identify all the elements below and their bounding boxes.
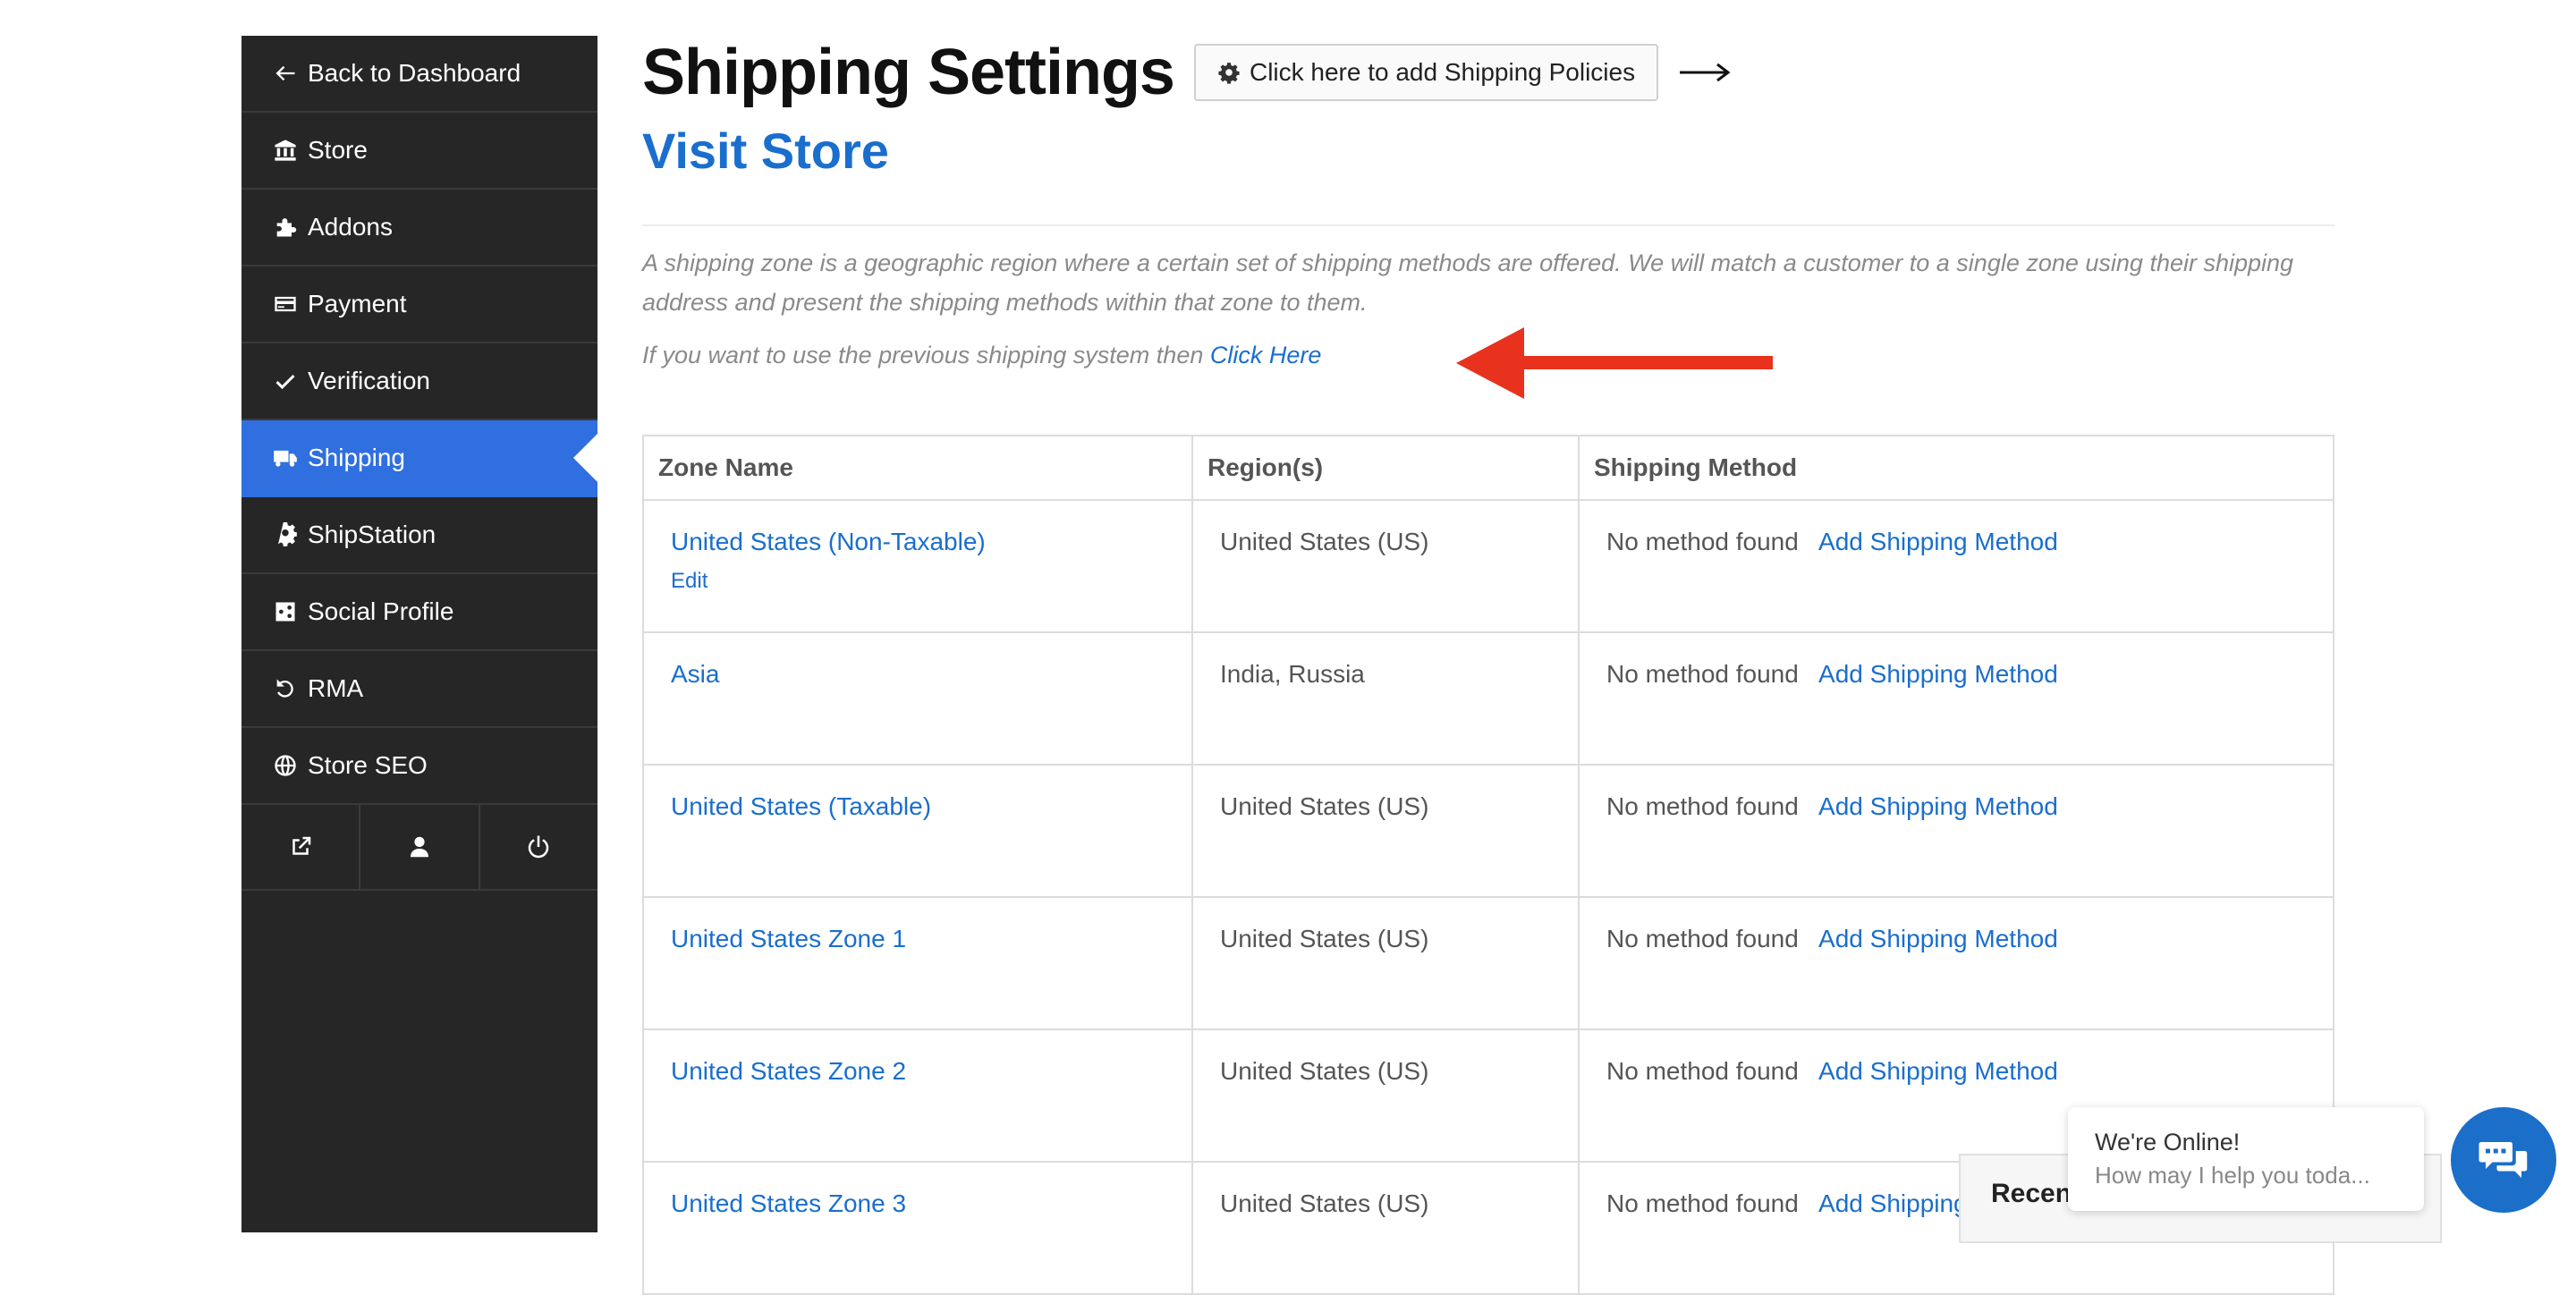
no-method-text: No method found	[1606, 792, 1799, 820]
table-row: Asia India, Russia No method found Add S…	[642, 631, 2334, 766]
sidebar-item-rma[interactable]: RMA	[242, 651, 597, 728]
table-row: United States (Non-Taxable) Edit United …	[642, 499, 2334, 633]
visit-store-link[interactable]: Visit Store	[642, 122, 889, 180]
table-row: United States (Taxable) United States (U…	[642, 764, 2334, 898]
sidebar-item-store-seo[interactable]: Store SEO	[242, 728, 597, 805]
gear-icon	[1218, 63, 1240, 84]
sidebar-item-social-profile[interactable]: Social Profile	[242, 574, 597, 651]
sidebar-item-label: Social Profile	[308, 597, 454, 625]
check-icon	[272, 368, 299, 394]
sidebar-item-label: Store	[308, 136, 368, 164]
sidebar-item-payment[interactable]: Payment	[242, 267, 597, 343]
bank-icon	[272, 137, 299, 164]
no-method-text: No method found	[1606, 528, 1799, 555]
zone-name-cell: United States (Taxable)	[642, 764, 1193, 898]
no-method-text: No method found	[1606, 1057, 1799, 1085]
add-shipping-method-link[interactable]: Add Shipping Method	[1818, 528, 2058, 555]
regions-cell: United States (US)	[1191, 896, 1580, 1030]
page-title: Shipping Settings	[642, 37, 1175, 108]
shipping-method-cell: No method found Add Shipping Method	[1578, 631, 2334, 766]
arrow-right-icon	[1680, 63, 1731, 82]
sidebar-item-label: Store SEO	[308, 751, 428, 779]
zone-name-link[interactable]: United States (Taxable)	[671, 792, 931, 820]
divider	[642, 224, 2334, 226]
column-header-regions: Region(s)	[1191, 435, 1580, 501]
table-header-row: Zone Name Region(s) Shipping Method	[642, 435, 2334, 501]
previous-shipping-system-notice: If you want to use the previous shipping…	[642, 342, 1321, 369]
sidebar-item-label: Shipping	[308, 444, 405, 471]
column-header-zone-name: Zone Name	[642, 435, 1193, 501]
add-shipping-method-link[interactable]: Add Shipping Method	[1818, 925, 2058, 952]
zone-name-link[interactable]: United States Zone 3	[671, 1189, 906, 1217]
power-icon[interactable]	[480, 805, 597, 889]
add-shipping-method-link[interactable]: Add Shipping Method	[1818, 660, 2058, 688]
gear-icon	[272, 521, 299, 548]
arrow-left-icon	[272, 60, 299, 87]
sidebar-item-label: RMA	[308, 674, 364, 702]
truck-icon	[272, 444, 299, 471]
zone-name-cell: United States Zone 2	[642, 1028, 1193, 1163]
sidebar-item-addons[interactable]: Addons	[242, 190, 597, 267]
chat-launcher-button[interactable]	[2451, 1107, 2556, 1213]
sidebar-item-label: ShipStation	[308, 521, 436, 548]
title-row: Shipping Settings Click here to add Ship…	[642, 36, 1732, 109]
chat-bubbles-icon	[2479, 1142, 2528, 1178]
no-method-text: No method found	[1606, 660, 1799, 688]
chat-greeting-bubble[interactable]: We're Online! How may I help you toda...	[2068, 1107, 2424, 1211]
sidebar-footer-icons	[242, 805, 597, 891]
regions-cell: United States (US)	[1191, 764, 1580, 898]
globe-icon	[272, 752, 299, 779]
sidebar-item-back-to-dashboard[interactable]: Back to Dashboard	[242, 36, 597, 113]
credit-card-icon	[272, 291, 299, 317]
zone-name-cell: United States (Non-Taxable) Edit	[642, 499, 1193, 633]
red-annotation-arrow-icon	[1456, 327, 1773, 399]
previous-system-text: If you want to use the previous shipping…	[642, 342, 1210, 368]
sidebar-item-label: Addons	[308, 213, 393, 241]
sidebar-item-verification[interactable]: Verification	[242, 343, 597, 420]
zone-name-cell: Asia	[642, 631, 1193, 766]
sidebar-item-store[interactable]: Store	[242, 113, 597, 190]
zone-name-link[interactable]: United States Zone 1	[671, 925, 906, 952]
zone-name-cell: United States Zone 1	[642, 896, 1193, 1030]
puzzle-icon	[272, 214, 299, 241]
regions-cell: United States (US)	[1191, 1028, 1580, 1163]
zone-name-link[interactable]: United States (Non-Taxable)	[671, 528, 986, 555]
add-shipping-method-link[interactable]: Add Shipping Method	[1818, 1057, 2058, 1085]
edit-zone-link[interactable]: Edit	[671, 569, 1165, 594]
no-method-text: No method found	[1606, 925, 1799, 952]
sidebar-item-shipping[interactable]: Shipping	[242, 420, 598, 497]
shipping-zone-description: A shipping zone is a geographic region w…	[642, 250, 2294, 316]
user-icon[interactable]	[360, 805, 480, 889]
external-link-icon[interactable]	[242, 805, 361, 889]
chat-online-text: We're Online!	[2095, 1129, 2241, 1155]
undo-icon	[272, 675, 299, 702]
regions-cell: United States (US)	[1191, 499, 1580, 633]
sidebar-item-shipstation[interactable]: ShipStation	[242, 497, 597, 574]
column-header-shipping-method: Shipping Method	[1578, 435, 2334, 501]
table-row: United States Zone 1 United States (US) …	[642, 896, 2334, 1030]
zone-name-link[interactable]: Asia	[671, 660, 719, 688]
add-shipping-policies-label: Click here to add Shipping Policies	[1249, 58, 1636, 86]
shipping-method-cell: No method found Add Shipping Method	[1578, 896, 2334, 1030]
regions-cell: India, Russia	[1191, 631, 1580, 766]
sidebar-item-label: Payment	[308, 290, 407, 317]
add-shipping-method-link[interactable]: Add Shipping Method	[1818, 792, 2058, 820]
previous-system-click-here-link[interactable]: Click Here	[1210, 342, 1322, 368]
sidebar: Back to Dashboard Store Addons Payment V…	[242, 36, 598, 1232]
no-method-text: No method found	[1606, 1189, 1799, 1217]
add-shipping-policies-button[interactable]: Click here to add Shipping Policies	[1193, 44, 1659, 101]
shipping-method-cell: No method found Add Shipping Method	[1578, 499, 2334, 633]
chat-help-text: How may I help you toda...	[2095, 1162, 2370, 1189]
sidebar-item-label: Back to Dashboard	[308, 59, 521, 87]
regions-cell: United States (US)	[1191, 1161, 1580, 1295]
shipping-method-cell: No method found Add Shipping Method	[1578, 764, 2334, 898]
zone-name-link[interactable]: United States Zone 2	[671, 1057, 906, 1085]
sidebar-item-label: Verification	[308, 367, 430, 394]
share-icon	[272, 598, 299, 625]
zone-name-cell: United States Zone 3	[642, 1161, 1193, 1295]
